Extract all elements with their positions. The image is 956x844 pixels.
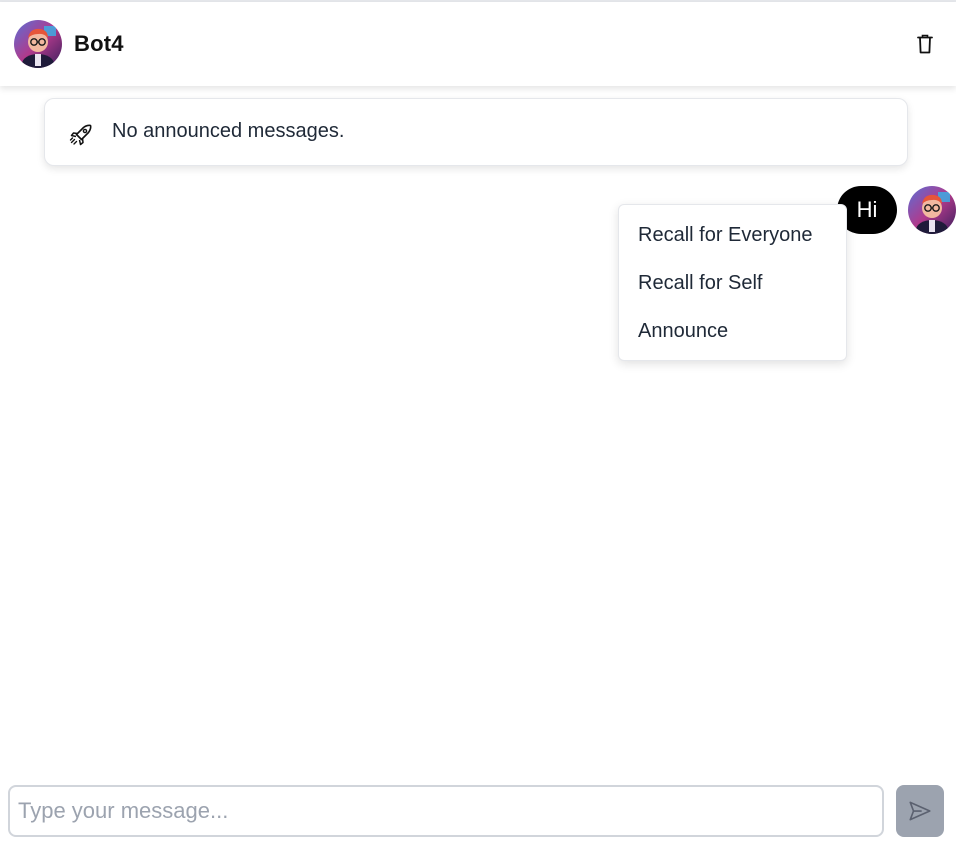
trash-icon — [917, 34, 933, 54]
send-button[interactable] — [896, 785, 944, 837]
announcement-banner: No announced messages. — [44, 98, 908, 166]
menu-item-recall-everyone[interactable]: Recall for Everyone — [619, 211, 846, 259]
bot-avatar[interactable] — [14, 20, 62, 68]
send-icon — [909, 801, 931, 821]
rocket-icon — [69, 124, 92, 146]
chat-title: Bot4 — [74, 31, 124, 56]
user-avatar-icon — [908, 186, 956, 234]
user-avatar-icon — [14, 20, 62, 68]
message-input[interactable] — [8, 785, 884, 837]
chat-app: Bot4 No announced messages. Hi Recall fo… — [0, 0, 956, 844]
message-context-menu: Recall for Everyone Recall for Self Anno… — [618, 204, 847, 361]
chat-header: Bot4 — [0, 2, 956, 86]
menu-item-recall-self[interactable]: Recall for Self — [619, 259, 846, 307]
message-avatar — [908, 186, 956, 234]
announcement-text: No announced messages. — [112, 120, 345, 142]
menu-item-announce[interactable]: Announce — [619, 307, 846, 355]
delete-chat-button[interactable] — [914, 33, 936, 55]
